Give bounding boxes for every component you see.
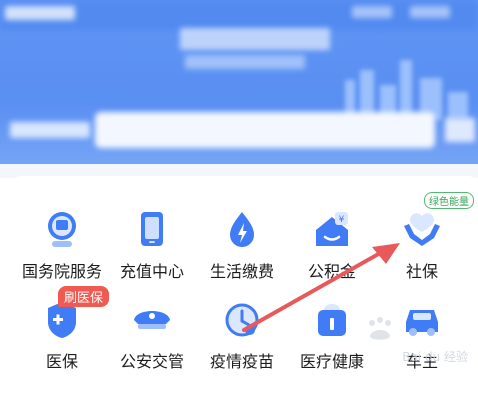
blurred-title xyxy=(5,6,75,20)
blurred-subtitle xyxy=(185,55,305,69)
housing-fund-icon: ¥ xyxy=(316,212,348,246)
watermark-text: Bai du 经验 xyxy=(402,350,468,364)
service-label: 公安交管 xyxy=(119,352,184,371)
service-label: 医保 xyxy=(45,352,78,371)
service-government[interactable]: 国务院服务 xyxy=(14,186,110,281)
government-service-icon xyxy=(48,212,76,247)
vaccine-icon xyxy=(225,303,259,337)
search-input[interactable] xyxy=(95,112,435,148)
top-banner xyxy=(0,0,478,170)
baidu-watermark-logo xyxy=(369,317,391,340)
green-energy-badge: 绿色能量 xyxy=(424,192,474,209)
medical-insurance-badge: 刷医保 xyxy=(58,286,110,307)
social-security-icon xyxy=(404,213,440,246)
health-icon xyxy=(318,304,346,336)
blurred-button[interactable] xyxy=(445,118,475,142)
illustration-building xyxy=(448,92,468,120)
utility-payment-icon xyxy=(230,212,254,247)
service-police-traffic[interactable]: 公安交管 xyxy=(104,276,200,371)
blurred-greeting xyxy=(180,28,330,50)
blurred-icon-1 xyxy=(352,6,392,18)
service-label: 疫情疫苗 xyxy=(209,352,274,371)
service-housing-fund[interactable]: ¥ 公积金 xyxy=(284,186,380,281)
blurred-icon-2 xyxy=(410,6,450,18)
illustration-building xyxy=(400,60,412,120)
blurred-label xyxy=(10,122,90,138)
bottom-area xyxy=(0,371,478,417)
service-label: 医疗健康 xyxy=(299,352,364,371)
service-recharge[interactable]: 充值中心 xyxy=(104,186,200,281)
police-traffic-icon xyxy=(134,311,170,329)
service-vaccine[interactable]: 疫情疫苗 xyxy=(194,276,290,371)
service-utility[interactable]: 生活缴费 xyxy=(194,186,290,281)
phone-recharge-icon xyxy=(141,212,163,246)
svg-text:¥: ¥ xyxy=(339,215,345,225)
